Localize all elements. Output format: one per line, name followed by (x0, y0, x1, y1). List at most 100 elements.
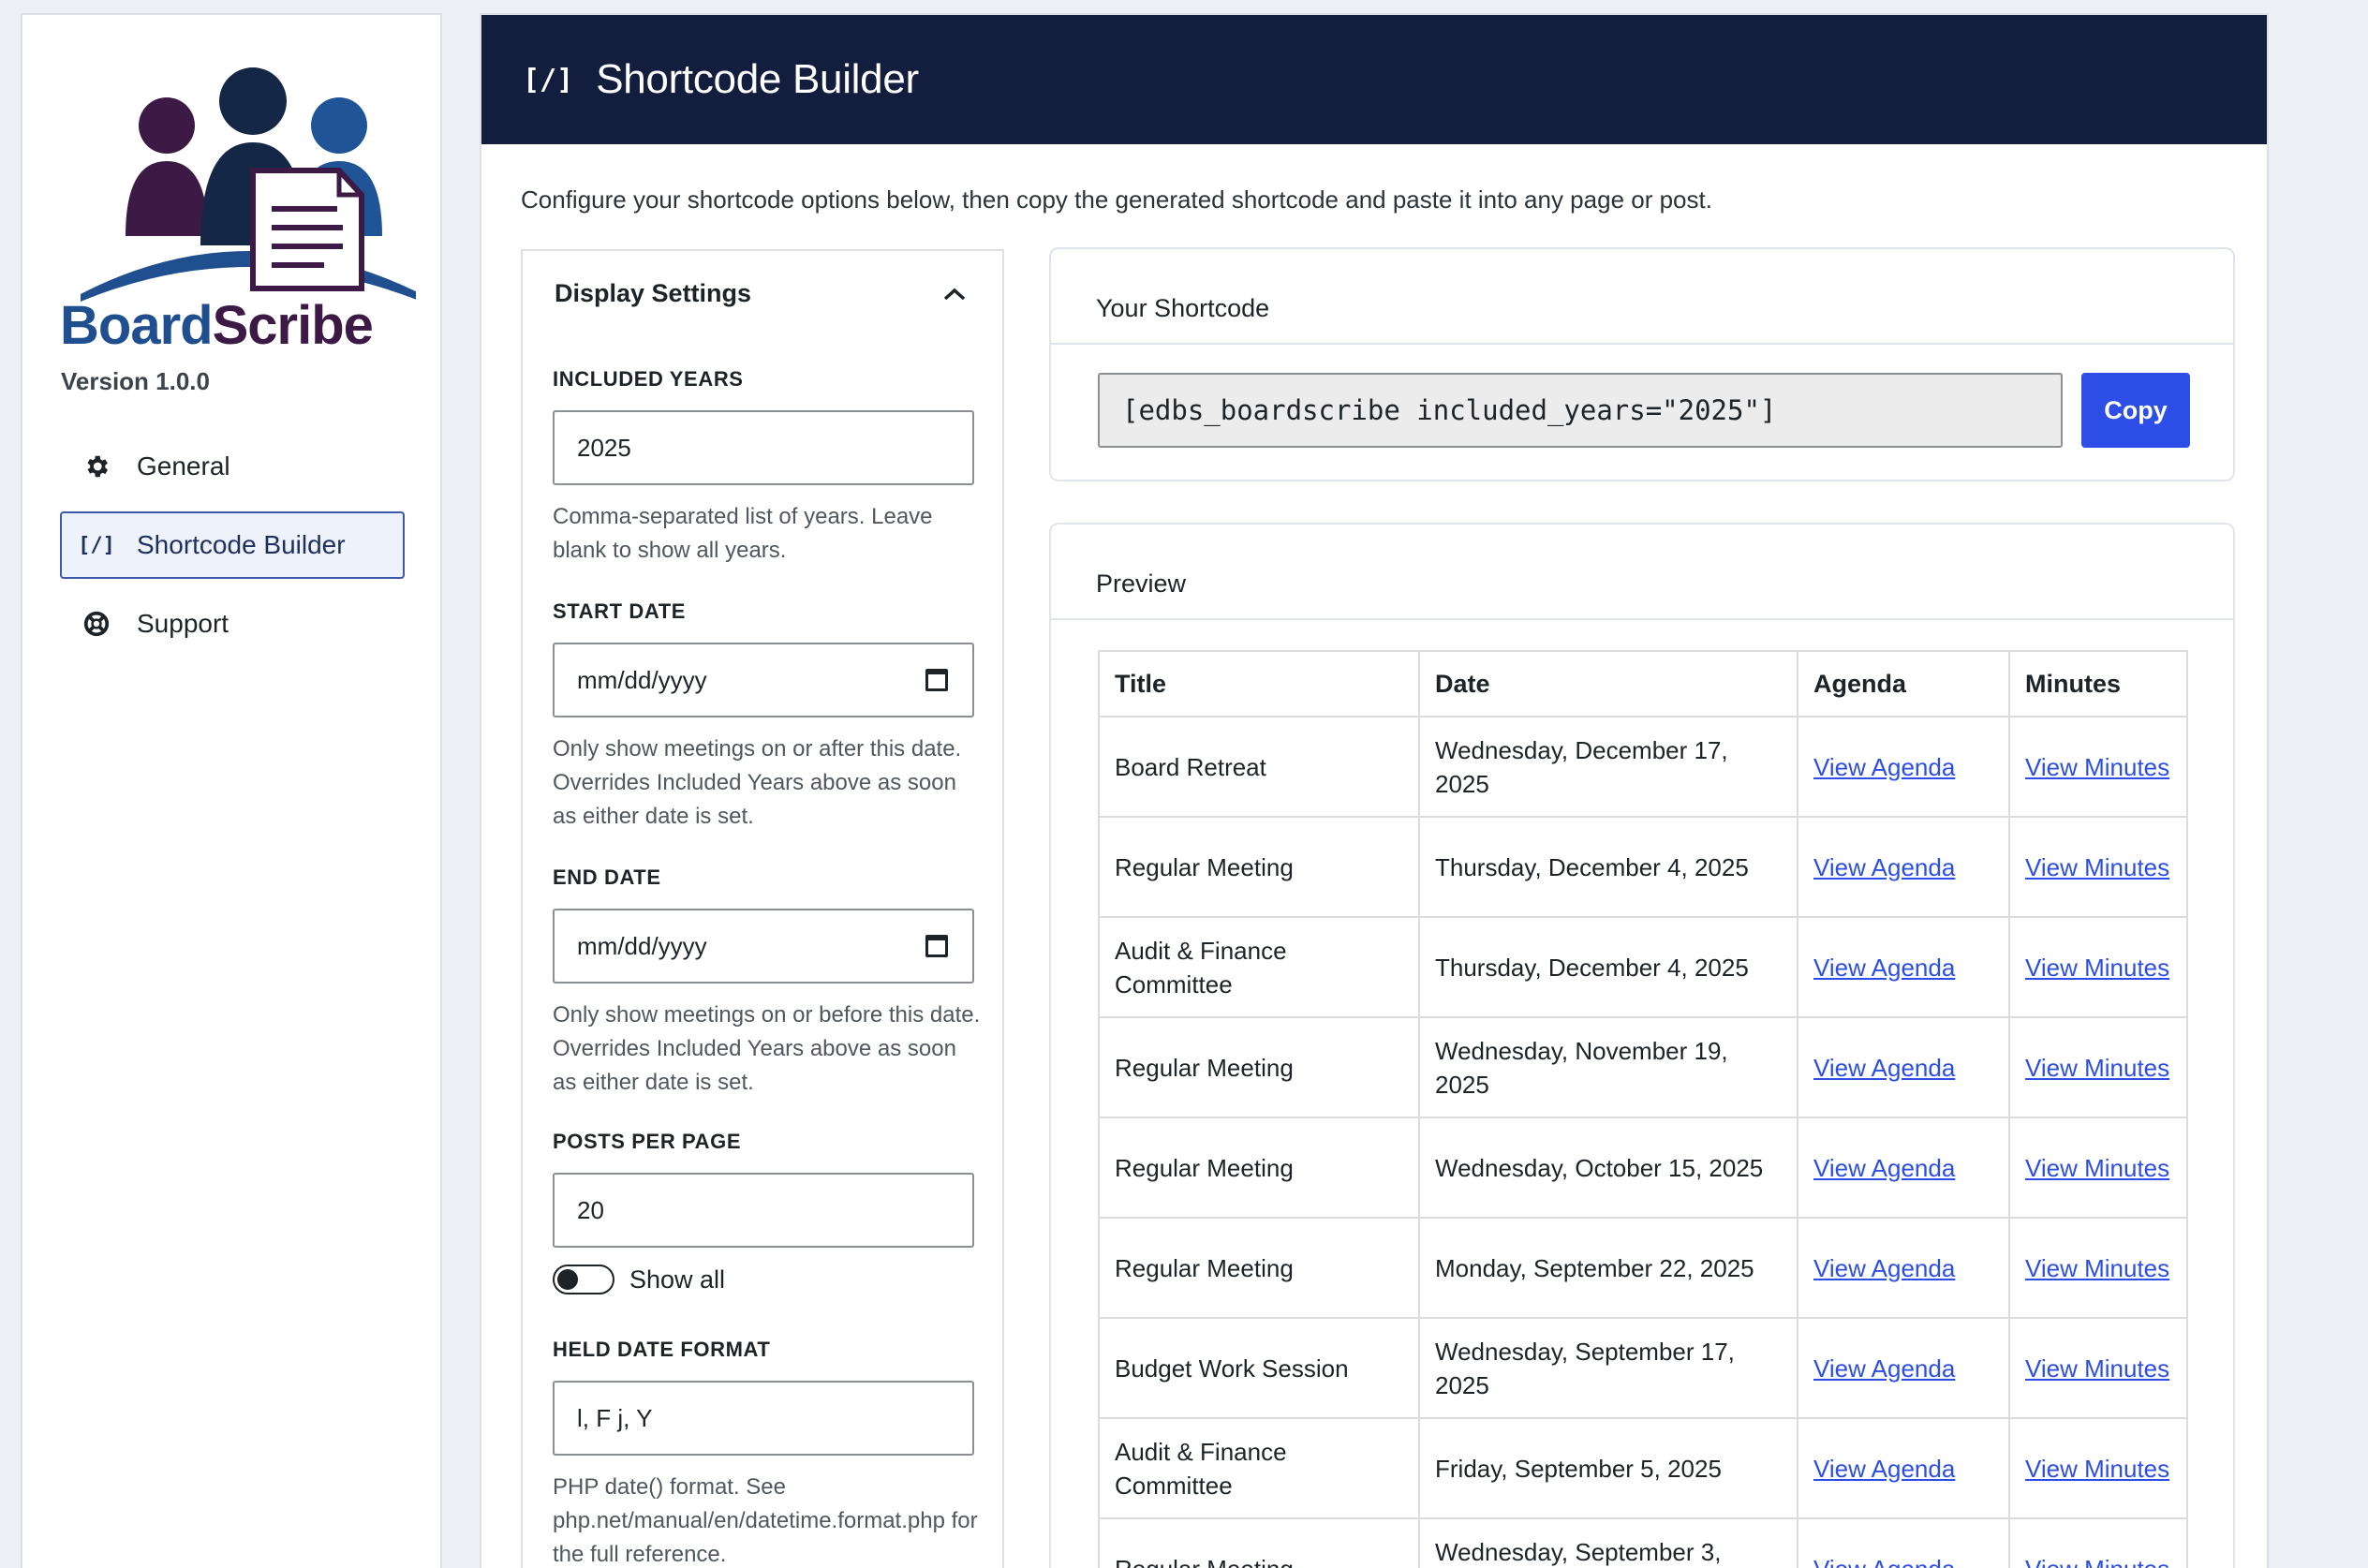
table-header-row: Title Date Agenda Minutes (1098, 650, 2188, 717)
cell-title: Regular Meeting (1098, 1117, 1420, 1219)
page-header: [/] Shortcode Builder (481, 15, 2267, 144)
table-cell-link: View Agenda (1797, 1317, 2010, 1419)
version-label: Version 1.0.0 (61, 367, 210, 395)
sidebar-item-label: General (137, 451, 230, 481)
cell-date: Friday, September 5, 2025 (1418, 1417, 1798, 1519)
table-cell-link: View Minutes (2008, 1117, 2188, 1219)
table-cell-link: View Minutes (2008, 1517, 2188, 1568)
view-minutes-link[interactable]: View Minutes (2025, 1154, 2169, 1182)
sidebar-item-label: Shortcode Builder (137, 530, 346, 559)
table-row: Regular MeetingWednesday, September 3, 2… (1098, 1517, 2188, 1568)
cell-title: Regular Meeting (1098, 1217, 1420, 1319)
chevron-up-icon[interactable] (942, 279, 967, 308)
show-all-toggle[interactable] (553, 1265, 614, 1294)
view-agenda-link[interactable]: View Agenda (1813, 853, 1955, 881)
brand-name: BoardScribe (60, 294, 374, 357)
table-cell-link: View Agenda (1797, 1517, 2010, 1568)
cell-date: Thursday, December 4, 2025 (1418, 916, 1798, 1018)
view-minutes-link[interactable]: View Minutes (2025, 1455, 2169, 1483)
table-row: Board Retreat Wednesday, December 17, 202… (1098, 716, 2188, 818)
held-date-format-value: l, F j, Y (577, 1403, 653, 1432)
table-row: Regular Meeting Wednesday, November 19, 2… (1098, 1016, 2188, 1118)
cell-date: Wednesday, September 3, 2025 (1418, 1517, 1798, 1568)
posts-per-page-label: POSTS PER PAGE (553, 1130, 742, 1153)
display-settings-title: Display Settings (555, 279, 752, 307)
view-agenda-link[interactable]: View Agenda (1813, 954, 1955, 982)
page-title: Shortcode Builder (596, 56, 919, 102)
table-cell-link: View Minutes (2008, 816, 2188, 918)
included-years-label: INCLUDED YEARS (553, 367, 744, 391)
view-agenda-link[interactable]: View Agenda (1813, 1054, 1955, 1082)
toggle-knob (557, 1269, 578, 1290)
cell-date: Wednesday, September 17, 2025 (1418, 1317, 1798, 1419)
divider (1051, 343, 2233, 345)
view-agenda-link[interactable]: View Agenda (1813, 1254, 1955, 1282)
included-years-input[interactable]: 2025 (553, 410, 974, 485)
view-minutes-link[interactable]: View Minutes (2025, 954, 2169, 982)
view-minutes-link[interactable]: View Minutes (2025, 1254, 2169, 1282)
divider (1051, 618, 2233, 620)
view-minutes-link[interactable]: View Minutes (2025, 1555, 2169, 1568)
main-panel: [/] Shortcode Builder Configure your sho… (480, 13, 2269, 1568)
table-cell-link: View Minutes (2008, 1417, 2188, 1519)
start-date-input[interactable]: mm/dd/yyyy (553, 643, 974, 717)
preview-table: Title Date Agenda Minutes Board Retreat W… (1098, 650, 2188, 1568)
view-agenda-link[interactable]: View Agenda (1813, 753, 1955, 781)
view-minutes-link[interactable]: View Minutes (2025, 1054, 2169, 1082)
intro-text: Configure your shortcode options below, … (521, 185, 1712, 214)
show-all-label: Show all (629, 1265, 726, 1294)
table-cell-link: View Agenda (1797, 916, 2010, 1018)
preview-card: Preview Title Date Agenda Minutes Board … (1049, 523, 2235, 1568)
show-all-row: Show all (553, 1265, 725, 1294)
table-cell-link: View Agenda (1797, 1016, 2010, 1118)
held-date-format-input[interactable]: l, F j, Y (553, 1381, 974, 1456)
table-row: Regular Meeting Thursday, December 4, 202… (1098, 816, 2188, 918)
end-date-input[interactable]: mm/dd/yyyy (553, 909, 974, 984)
boardscribe-logo: BoardScribe (60, 49, 422, 358)
table-row: Audit & Finance Committee Thursday, Decem… (1098, 916, 2188, 1018)
shortcode-card: Your Shortcode [edbs_boardscribe include… (1049, 247, 2235, 481)
cell-title: Regular Meeting (1098, 1517, 1420, 1568)
column-header-title: Title (1098, 650, 1420, 717)
view-agenda-link[interactable]: View Agenda (1813, 1154, 1955, 1182)
table-cell-link: View Agenda (1797, 1217, 2010, 1319)
table-cell-link: View Minutes (2008, 1016, 2188, 1118)
cell-title: Regular Meeting (1098, 816, 1420, 918)
sidebar-nav: General [/] Shortcode Builder Support (60, 433, 405, 669)
copy-button[interactable]: Copy (2081, 373, 2190, 448)
view-agenda-link[interactable]: View Agenda (1813, 1555, 1955, 1568)
posts-per-page-input[interactable]: 20 (553, 1173, 974, 1248)
held-date-format-help: PHP date() format. See php.net/manual/en… (553, 1474, 978, 1567)
table-cell-link: View Agenda (1797, 816, 2010, 918)
view-agenda-link[interactable]: View Agenda (1813, 1354, 1955, 1383)
calendar-icon[interactable] (925, 669, 948, 691)
table-row: Audit & Finance Committee Friday, Septemb… (1098, 1417, 2188, 1519)
code-icon: [/] (523, 63, 574, 96)
display-settings-panel: Display Settings INCLUDED YEARS 2025 Com… (521, 249, 1004, 1568)
sidebar-item-general[interactable]: General (60, 433, 405, 500)
start-date-label: START DATE (553, 599, 687, 623)
calendar-icon[interactable] (925, 935, 948, 957)
view-minutes-link[interactable]: View Minutes (2025, 1354, 2169, 1383)
included-years-value: 2025 (577, 433, 631, 462)
cell-title: Regular Meeting (1098, 1016, 1420, 1118)
preview-table-body: Board Retreat Wednesday, December 17, 202… (1098, 716, 2188, 1568)
start-date-help: Only show meetings on or after this date… (553, 736, 962, 829)
cell-date: Monday, September 22, 2025 (1418, 1217, 1798, 1319)
table-cell-link: View Minutes (2008, 1217, 2188, 1319)
shortcode-card-title: Your Shortcode (1096, 294, 1270, 322)
view-minutes-link[interactable]: View Minutes (2025, 753, 2169, 781)
display-settings-header[interactable]: Display Settings (555, 279, 967, 308)
column-header-date: Date (1418, 650, 1798, 717)
sidebar-item-shortcode-builder[interactable]: [/] Shortcode Builder (60, 511, 405, 579)
view-agenda-link[interactable]: View Agenda (1813, 1455, 1955, 1483)
sidebar-item-support[interactable]: Support (60, 590, 405, 658)
lifebuoy-icon (81, 608, 112, 640)
view-minutes-link[interactable]: View Minutes (2025, 853, 2169, 881)
cell-date: Wednesday, December 17, 2025 (1418, 716, 1798, 818)
preview-card-title: Preview (1096, 570, 1187, 598)
end-date-label: END DATE (553, 865, 661, 889)
shortcode-output[interactable]: [edbs_boardscribe included_years="2025"] (1098, 373, 2063, 448)
cell-date: Wednesday, October 15, 2025 (1418, 1117, 1798, 1219)
cell-title: Audit & Finance Committee (1098, 916, 1420, 1018)
